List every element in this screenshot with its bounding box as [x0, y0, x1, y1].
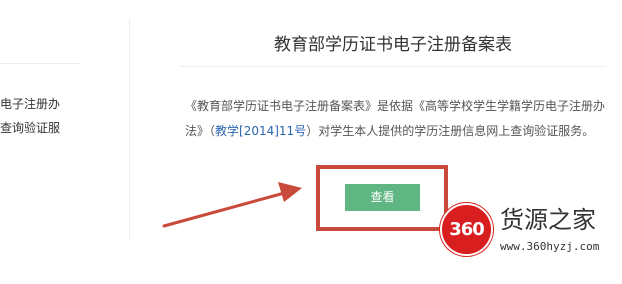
document-number-link[interactable]: 教学[2014]11号 — [215, 124, 306, 138]
left-panel-text-2: 查询验证服 — [0, 121, 61, 135]
description-text-2: ）对学生本人提供的学历注册信息网上查询验证服务。 — [306, 124, 595, 138]
pointer-arrow-icon — [162, 182, 302, 228]
watermark-url: www.360hyzj.com — [500, 240, 600, 253]
watermark-logo: 360 货源之家 www.360hyzj.com — [440, 200, 620, 260]
watermark-badge: 360 — [440, 203, 493, 256]
left-panel-text-1: 电子注册办 — [0, 97, 61, 111]
watermark-name: 货源之家 — [500, 206, 596, 234]
card-description: 《教育部学历证书电子注册备案表》是依据《高等学校学生学籍学历电子注册办法》（教学… — [185, 94, 605, 144]
view-button[interactable]: 查看 — [345, 184, 420, 211]
left-divider — [0, 63, 80, 64]
title-divider — [180, 66, 606, 67]
column-divider — [129, 18, 130, 240]
card-title: 教育部学历证书电子注册备案表 — [274, 35, 512, 55]
